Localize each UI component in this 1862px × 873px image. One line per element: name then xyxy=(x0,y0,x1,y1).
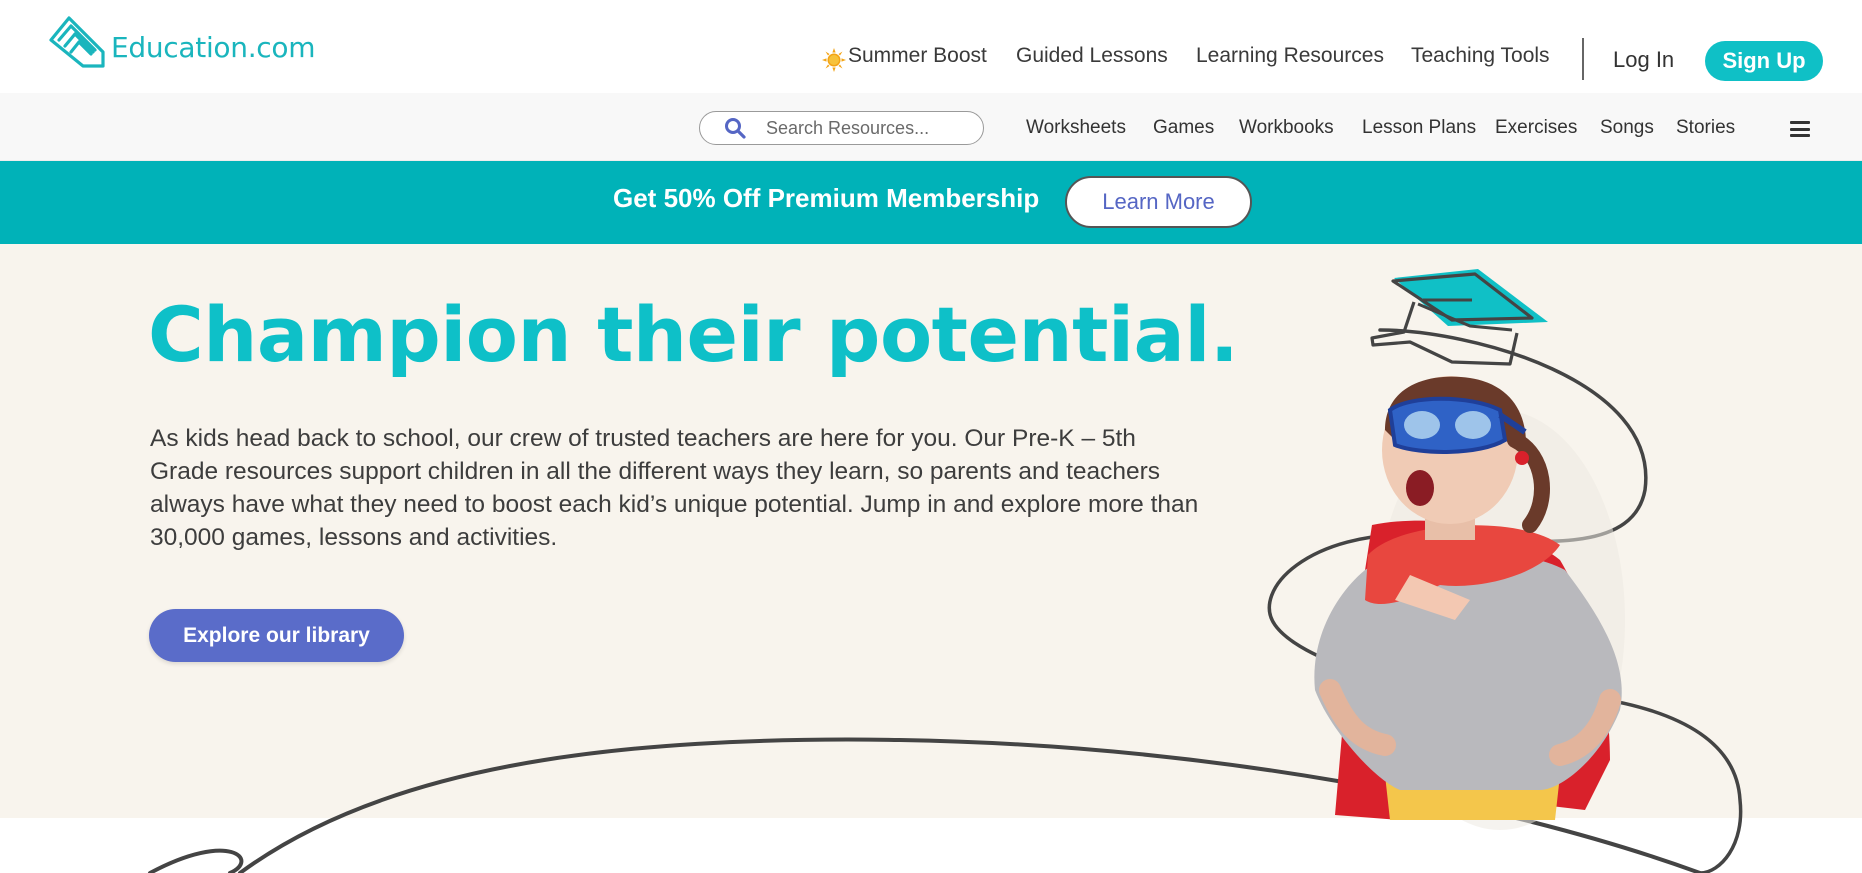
hero-title: Champion their potential. xyxy=(148,290,1239,379)
nav-divider xyxy=(1582,38,1584,80)
nav-summer-boost[interactable]: Summer Boost xyxy=(848,44,987,68)
logo[interactable]: Education.com xyxy=(47,10,316,72)
subnav-workbooks[interactable]: Workbooks xyxy=(1239,117,1334,139)
promo-text: Get 50% Off Premium Membership xyxy=(613,183,1040,213)
secondary-nav: Worksheets Games Workbooks Lesson Plans … xyxy=(0,93,1862,161)
hero-section: Champion their potential. As kids head b… xyxy=(0,244,1862,818)
nav-guided-lessons-label: Guided Lessons xyxy=(1016,44,1168,67)
top-header: Education.com Summer Boost Guided Lesson… xyxy=(0,0,1862,93)
search-input[interactable] xyxy=(766,117,966,139)
nav-learning-resources[interactable]: Learning Resources xyxy=(1196,44,1384,68)
subnav-songs[interactable]: Songs xyxy=(1600,117,1654,139)
subnav-stories[interactable]: Stories xyxy=(1676,117,1735,139)
nav-summer-boost-label: Summer Boost xyxy=(848,44,987,67)
subnav-games[interactable]: Games xyxy=(1153,117,1214,139)
login-link[interactable]: Log In xyxy=(1613,47,1674,73)
nav-teaching-tools-label: Teaching Tools xyxy=(1411,44,1550,67)
subnav-exercises[interactable]: Exercises xyxy=(1495,117,1577,139)
signup-button[interactable]: Sign Up xyxy=(1705,41,1823,81)
sun-icon xyxy=(822,48,846,72)
hero-description: As kids head back to school, our crew of… xyxy=(150,425,1199,551)
promo-banner: Get 50% Off Premium Membership Learn Mor… xyxy=(0,161,1862,244)
search-box[interactable] xyxy=(699,111,984,145)
logo-icon xyxy=(49,16,105,68)
search-icon[interactable] xyxy=(724,117,746,139)
subnav-worksheets[interactable]: Worksheets xyxy=(1026,117,1126,139)
logo-text: Education.com xyxy=(111,30,316,64)
page-below-hero xyxy=(0,818,1862,873)
nav-teaching-tools[interactable]: Teaching Tools xyxy=(1411,44,1550,68)
subnav-lesson-plans[interactable]: Lesson Plans xyxy=(1362,117,1476,139)
nav-guided-lessons[interactable]: Guided Lessons xyxy=(1016,44,1168,68)
explore-library-button[interactable]: Explore our library xyxy=(149,609,404,662)
learn-more-button[interactable]: Learn More xyxy=(1065,176,1252,228)
hamburger-menu-icon[interactable] xyxy=(1790,121,1810,137)
nav-learning-resources-label: Learning Resources xyxy=(1196,44,1384,67)
